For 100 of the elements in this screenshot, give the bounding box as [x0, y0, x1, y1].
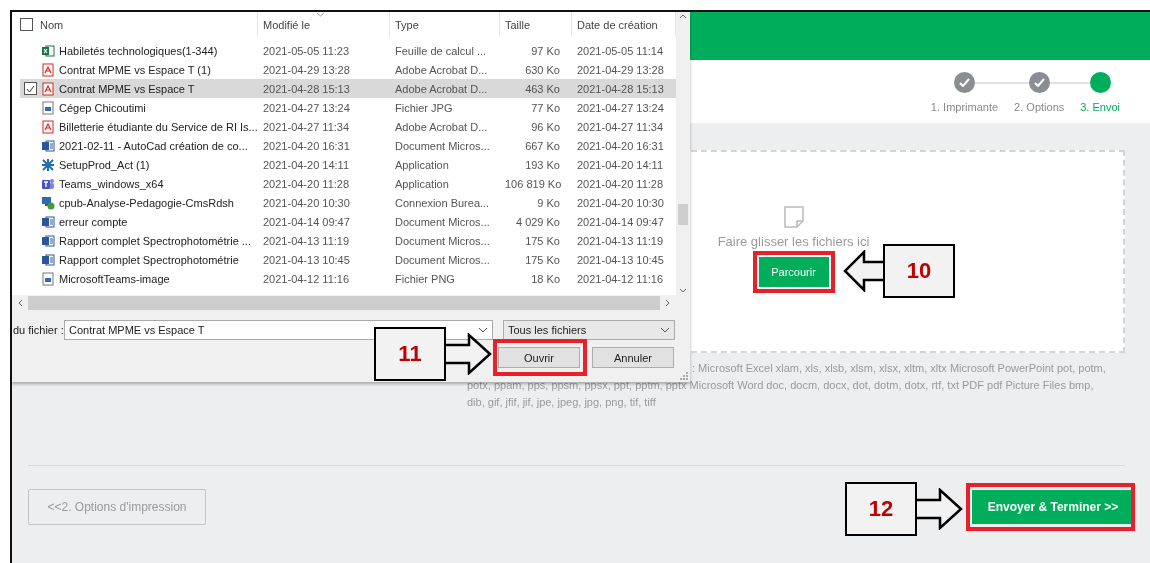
file-size: 96 Ko: [530, 120, 561, 133]
created-date: 2021-04-20 10:30: [576, 196, 665, 209]
modified-date: 2021-04-20 10:30: [262, 196, 351, 209]
scroll-left-icon[interactable]: [16, 299, 24, 307]
file-row[interactable]: Contrat MPME vs Espace T 2021-04-28 15:13 Adobe Acrobat D... 463 Ko 2021-04-28 15:13: [20, 79, 676, 98]
file-row[interactable]: Billetterie étudiante du Service de RI Is... 2021-04-27 11:34 Adobe Acrobat D... 96 Ko 2021-04-27 11:34: [20, 117, 676, 136]
pdf-icon: [41, 62, 55, 77]
modified-date: 2021-04-13 11:19: [262, 234, 351, 247]
created-date: 2021-04-28 15:13: [576, 82, 665, 95]
file-name: SetupProd_Act (1): [59, 158, 150, 171]
file-name: Rapport complet Spectrophotométrie: [59, 253, 239, 266]
file-type: Adobe Acrobat D...: [394, 82, 489, 95]
file-name: Habiletés technologiques(1-344): [59, 44, 218, 57]
scroll-thumb[interactable]: [678, 204, 688, 225]
image-file-icon: [41, 100, 55, 115]
created-date: 2021-04-13 11:19: [576, 234, 665, 247]
scroll-thumb[interactable]: [28, 296, 660, 310]
file-name: MicrosoftTeams-image: [59, 272, 170, 285]
modified-date: 2021-04-28 15:13: [262, 82, 351, 95]
checkbox[interactable]: [24, 82, 37, 95]
file-size: 18 Ko: [530, 272, 561, 285]
file-type: Feuille de calcul ...: [394, 44, 488, 57]
file-type: Application: [394, 158, 450, 171]
vertical-scrollbar[interactable]: [676, 12, 690, 295]
created-date: 2021-04-14 09:47: [576, 215, 665, 228]
file-icon: [783, 206, 804, 228]
created-date: 2021-04-20 14:11: [576, 158, 665, 171]
resize-grip-icon[interactable]: [680, 372, 688, 380]
cancel-button[interactable]: Annuler: [592, 347, 674, 368]
callout-number: 12: [845, 482, 917, 536]
file-row[interactable]: Contrat MPME vs Espace T (1) 2021-04-29 13:28 Adobe Acrobat D... 630 Ko 2021-04-29 13:28: [20, 60, 676, 79]
file-size: 463 Ko: [524, 82, 561, 95]
modified-date: 2021-04-20 14:11: [262, 158, 351, 171]
modified-date: 2021-04-13 10:45: [262, 253, 351, 266]
created-date: 2021-04-29 13:28: [576, 63, 665, 76]
file-type-dropdown[interactable]: Tous les fichiers: [503, 320, 675, 340]
modified-date: 2021-04-27 13:24: [262, 101, 351, 114]
file-type: Application: [394, 177, 450, 190]
scroll-right-icon[interactable]: [664, 299, 672, 307]
select-all-checkbox[interactable]: [20, 18, 33, 31]
file-name: Teams_windows_x64: [59, 177, 164, 190]
file-name: 2021-02-11 - AutoCad création de co...: [59, 139, 248, 152]
scroll-up-icon[interactable]: [679, 12, 687, 20]
created-date: 2021-04-12 11:16: [576, 272, 665, 285]
callout-number: 10: [883, 244, 955, 298]
column-header[interactable]: Taille: [505, 18, 531, 31]
file-size: 175 Ko: [524, 234, 561, 247]
scroll-down-icon[interactable]: [679, 287, 687, 295]
file-name: Cégep Chicoutimi: [59, 101, 146, 114]
word-document-icon: [41, 214, 55, 229]
dropdown-caret-icon[interactable]: [478, 327, 488, 333]
remote-desktop-icon: [41, 195, 55, 210]
step-label: 2. Options: [1014, 101, 1065, 113]
file-name: Contrat MPME vs Espace T: [59, 82, 195, 95]
created-date: 2021-04-20 11:28: [576, 177, 665, 190]
column-header[interactable]: Type: [395, 18, 419, 31]
file-size: 175 Ko: [524, 253, 561, 266]
created-date: 2021-04-13 10:45: [576, 253, 665, 266]
file-size: 667 Ko: [524, 139, 561, 152]
word-document-icon: [41, 252, 55, 267]
pdf-icon: [41, 81, 55, 96]
modified-date: 2021-05-05 11:23: [262, 44, 351, 57]
file-name: Rapport complet Spectrophotométrie ...: [59, 234, 251, 247]
dropdown-caret-icon[interactable]: [660, 327, 670, 333]
drop-hint: Faire glisser les fichiers ici: [717, 234, 870, 249]
pdf-icon: [41, 119, 55, 134]
created-date: 2021-04-27 13:24: [576, 101, 665, 114]
callout-arrow: [843, 250, 883, 292]
file-name-field[interactable]: Contrat MPME vs Espace T: [64, 320, 493, 340]
file-type: Adobe Acrobat D...: [394, 63, 489, 76]
word-document-icon: [41, 233, 55, 248]
column-header[interactable]: Modifié le: [263, 18, 311, 31]
modified-date: 2021-04-14 09:47: [262, 215, 351, 228]
file-name-label: du fichier :: [13, 324, 64, 336]
column-header[interactable]: Nom: [40, 18, 64, 31]
file-size: 193 Ko: [524, 158, 561, 171]
open-button[interactable]: Ouvrir: [498, 347, 580, 368]
created-date: 2021-04-27 11:34: [576, 120, 665, 133]
file-row[interactable]: Cégep Chicoutimi 2021-04-27 13:24 Fichier JPG 77 Ko 2021-04-27 13:24: [20, 98, 676, 117]
sort-caret-icon: [316, 12, 325, 17]
file-type: Fichier JPG: [394, 101, 454, 114]
file-name: Contrat MPME vs Espace T (1): [59, 63, 211, 76]
team-app-icon: [41, 176, 55, 191]
image-file-icon: [41, 271, 55, 286]
modified-date: 2021-04-12 11:16: [262, 272, 351, 285]
file-size: 4 029 Ko: [514, 215, 561, 228]
accepted-file-types: potx, ppam, pps, ppsm, ppsx, ppt, pptm, pptx Microsoft Word doc, docm, docx, dot, dotm, dotx, rtf, txt PDF pdf Picture Files bmp, dib, gif, jfif, jif, jpe, jpeg, jpg, png, tif, tiff: [467, 378, 1095, 410]
spreadsheet-icon: [41, 43, 55, 58]
file-name: cpub-Analyse-Pedagogie-CmsRdsh: [59, 196, 234, 209]
modified-date: 2021-04-20 11:28: [262, 177, 351, 190]
installer-icon: [41, 157, 55, 172]
column-header[interactable]: Date de création: [577, 18, 658, 31]
file-size: 97 Ko: [530, 44, 561, 57]
callout-number: 11: [374, 327, 446, 381]
file-size: 9 Ko: [536, 196, 561, 209]
file-name: Billetterie étudiante du Service de RI Is...: [59, 120, 258, 133]
file-row[interactable]: Habiletés technologiques(1-344) 2021-05-05 11:23 Feuille de calcul ... 97 Ko 2021-05-05 11:14: [20, 41, 676, 60]
file-type: Document Micros...: [394, 139, 491, 152]
modified-date: 2021-04-27 11:34: [262, 120, 351, 133]
modified-date: 2021-04-29 13:28: [262, 63, 351, 76]
